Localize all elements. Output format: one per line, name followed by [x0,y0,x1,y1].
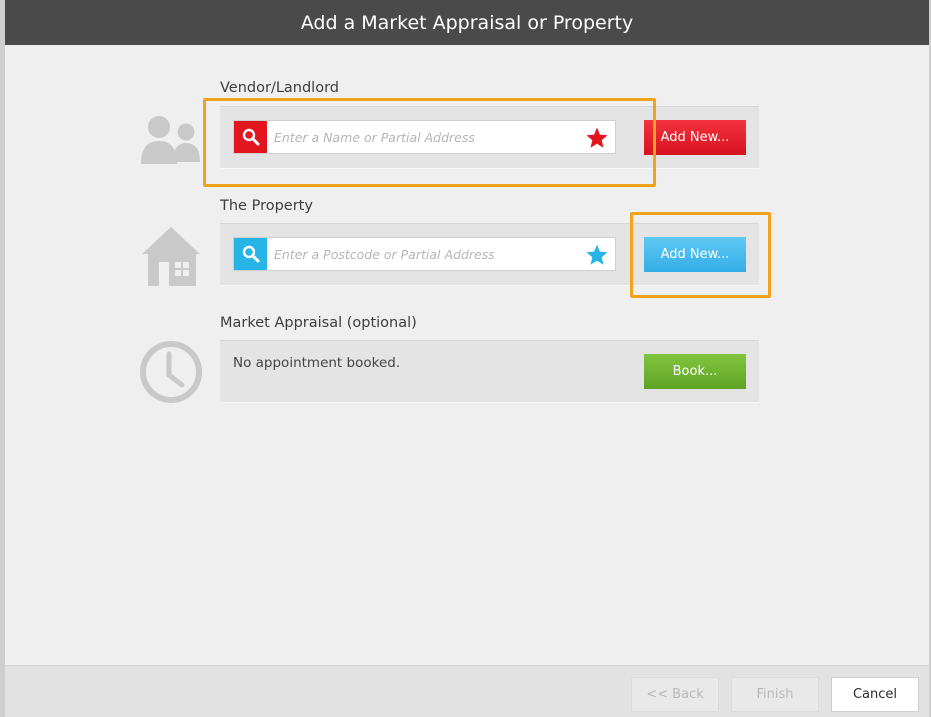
vendor-search-panel: Add New... [220,106,759,169]
vendor-search-input[interactable] [274,121,574,153]
appointment-status: No appointment booked. [233,355,401,371]
property-search-button[interactable] [234,238,267,270]
star-icon[interactable] [585,243,609,267]
appraisal-panel: No appointment booked. Book... [220,340,759,403]
dialog-title-bar: Add a Market Appraisal or Property [5,0,929,45]
property-section-label: The Property [220,198,313,214]
add-market-appraisal-dialog: Add a Market Appraisal or Property Vendo… [5,0,929,717]
vendor-section-label: Vendor/Landlord [220,80,339,96]
dialog-title: Add a Market Appraisal or Property [300,11,634,34]
property-search-panel: Add New... [220,223,759,286]
add-new-property-button[interactable]: Add New... [644,237,746,272]
property-search-input[interactable] [274,238,574,270]
people-icon [141,116,200,164]
clock-icon [140,341,202,403]
vendor-search-box [233,120,616,154]
appraisal-section-label: Market Appraisal (optional) [220,315,417,331]
cancel-button[interactable]: Cancel [831,677,919,712]
finish-button[interactable]: Finish [731,677,819,712]
vendor-search-button[interactable] [234,121,267,153]
house-icon [142,227,200,286]
add-new-vendor-button[interactable]: Add New... [644,120,746,155]
search-icon [242,245,259,263]
property-search-box [233,237,616,271]
search-icon [242,128,259,146]
book-button[interactable]: Book... [644,354,746,389]
star-icon[interactable] [585,126,609,150]
dialog-footer: << Back Finish Cancel [5,665,929,717]
back-button[interactable]: << Back [631,677,719,712]
